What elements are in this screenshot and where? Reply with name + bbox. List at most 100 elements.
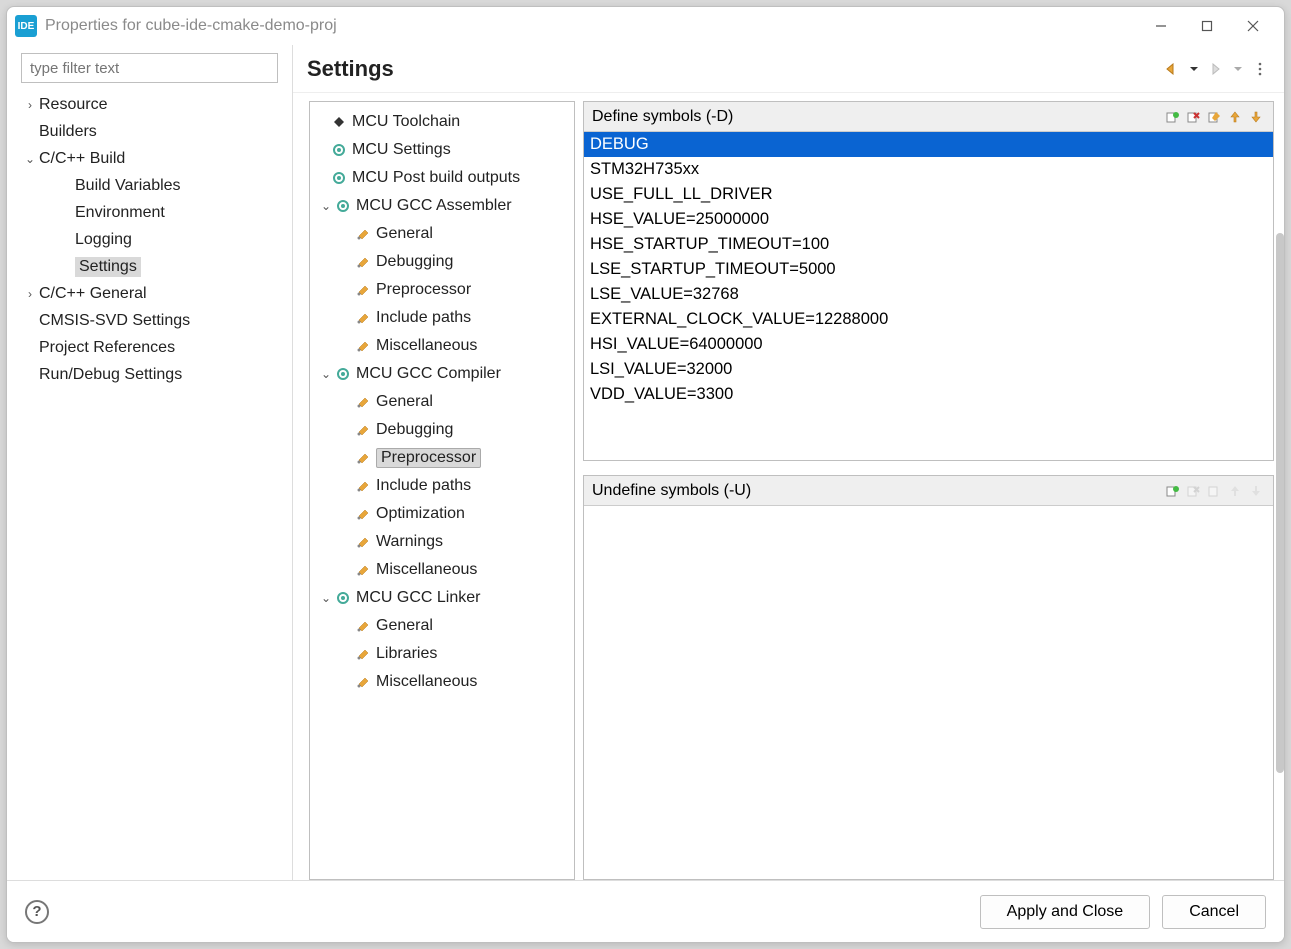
forward-menu-button[interactable] xyxy=(1228,59,1248,79)
tool-tree-label: Include paths xyxy=(376,477,471,495)
symbol-item[interactable]: STM32H735xx xyxy=(584,157,1273,182)
help-button[interactable]: ? xyxy=(25,900,49,924)
nav-item-label: Builders xyxy=(39,123,97,141)
tool-icon xyxy=(354,506,372,522)
tool-tree-item[interactable]: Include paths xyxy=(310,304,574,332)
nav-item[interactable]: ›Resource xyxy=(7,91,292,118)
tool-tree-item[interactable]: Preprocessor xyxy=(310,276,574,304)
symbol-item[interactable]: EXTERNAL_CLOCK_VALUE=12288000 xyxy=(584,307,1273,332)
move-down-undef-button xyxy=(1247,482,1265,500)
title-bar: IDE Properties for cube-ide-cmake-demo-p… xyxy=(7,7,1284,45)
tool-tree-label: MCU GCC Assembler xyxy=(356,197,512,215)
define-symbols-header: Define symbols (-D) xyxy=(584,102,1273,132)
filter-input[interactable] xyxy=(21,53,278,83)
tool-tree-item[interactable]: MCU Settings xyxy=(310,136,574,164)
close-button[interactable] xyxy=(1230,11,1276,41)
move-up-button[interactable] xyxy=(1226,108,1244,126)
nav-item-label: Resource xyxy=(39,96,107,114)
apply-and-close-button[interactable]: Apply and Close xyxy=(980,895,1151,929)
tool-tree-item[interactable]: MCU Toolchain xyxy=(310,108,574,136)
tool-icon xyxy=(354,394,372,410)
undefine-symbols-title: Undefine symbols (-U) xyxy=(592,482,751,500)
nav-item[interactable]: ·Builders xyxy=(7,118,292,145)
nav-item[interactable]: ·CMSIS-SVD Settings xyxy=(7,307,292,334)
tool-tree-item[interactable]: Optimization xyxy=(310,500,574,528)
settings-pane: Settings MCU ToolchainM xyxy=(293,45,1284,880)
symbol-item[interactable]: LSI_VALUE=32000 xyxy=(584,357,1273,382)
forward-button[interactable] xyxy=(1206,59,1226,79)
app-icon: IDE xyxy=(15,15,37,37)
tool-tree-item[interactable]: Warnings xyxy=(310,528,574,556)
tool-tree-label: Debugging xyxy=(376,421,453,439)
symbol-item[interactable]: DEBUG xyxy=(584,132,1273,157)
tool-tree-label: MCU Toolchain xyxy=(352,113,460,131)
tool-tree-item[interactable]: Include paths xyxy=(310,472,574,500)
tool-tree-item[interactable]: Debugging xyxy=(310,416,574,444)
symbol-item[interactable]: LSE_STARTUP_TIMEOUT=5000 xyxy=(584,257,1273,282)
delete-symbol-button[interactable] xyxy=(1184,108,1202,126)
nav-item[interactable]: ·Run/Debug Settings xyxy=(7,361,292,388)
tool-tree-item[interactable]: ⌄MCU GCC Linker xyxy=(310,584,574,612)
tool-tree-label: Preprocessor xyxy=(376,281,471,299)
view-menu-button[interactable] xyxy=(1250,59,1270,79)
back-menu-button[interactable] xyxy=(1184,59,1204,79)
symbol-item[interactable]: USE_FULL_LL_DRIVER xyxy=(584,182,1273,207)
nav-tree: ›Resource·Builders⌄C/C++ Build·Build Var… xyxy=(7,89,292,390)
nav-item[interactable]: ·Settings xyxy=(7,253,292,280)
tool-icon xyxy=(354,282,372,298)
tool-tree-item[interactable]: Libraries xyxy=(310,640,574,668)
minimize-button[interactable] xyxy=(1138,11,1184,41)
gear-icon xyxy=(334,366,352,382)
nav-item-label: Project References xyxy=(39,339,175,357)
nav-item[interactable]: ·Build Variables xyxy=(7,172,292,199)
add-symbol-button[interactable] xyxy=(1163,108,1181,126)
tool-tree-label: Miscellaneous xyxy=(376,337,477,355)
tool-icon xyxy=(354,674,372,690)
symbol-item[interactable]: HSE_VALUE=25000000 xyxy=(584,207,1273,232)
tool-tree-item[interactable]: Miscellaneous xyxy=(310,556,574,584)
settings-header: Settings xyxy=(293,45,1284,93)
properties-dialog: IDE Properties for cube-ide-cmake-demo-p… xyxy=(6,6,1285,943)
nav-item-label: Environment xyxy=(75,204,165,222)
tool-tree-item[interactable]: General xyxy=(310,388,574,416)
tool-tree-item[interactable]: Preprocessor xyxy=(310,444,574,472)
tool-tree-item[interactable]: MCU Post build outputs xyxy=(310,164,574,192)
tool-tree-item[interactable]: Debugging xyxy=(310,248,574,276)
define-symbols-list[interactable]: DEBUGSTM32H735xxUSE_FULL_LL_DRIVERHSE_VA… xyxy=(584,132,1273,460)
tool-tree-label: MCU Post build outputs xyxy=(352,169,520,187)
cancel-button[interactable]: Cancel xyxy=(1162,895,1266,929)
nav-item[interactable]: ·Project References xyxy=(7,334,292,361)
tool-tree-item[interactable]: ⌄MCU GCC Compiler xyxy=(310,360,574,388)
define-symbols-title: Define symbols (-D) xyxy=(592,108,733,126)
tool-tree-label: Optimization xyxy=(376,505,465,523)
page-title: Settings xyxy=(307,56,394,82)
nav-item-label: Settings xyxy=(75,257,141,277)
scrollbar-thumb[interactable] xyxy=(1276,233,1284,773)
symbol-item[interactable]: HSI_VALUE=64000000 xyxy=(584,332,1273,357)
edit-symbol-button[interactable] xyxy=(1205,108,1223,126)
symbol-item[interactable]: HSE_STARTUP_TIMEOUT=100 xyxy=(584,232,1273,257)
gear-icon xyxy=(334,198,352,214)
symbol-item[interactable]: LSE_VALUE=32768 xyxy=(584,282,1273,307)
back-button[interactable] xyxy=(1162,59,1182,79)
nav-item[interactable]: ·Logging xyxy=(7,226,292,253)
nav-item[interactable]: ⌄C/C++ Build xyxy=(7,145,292,172)
add-undef-button[interactable] xyxy=(1163,482,1181,500)
chevron-right-icon: › xyxy=(21,287,39,301)
symbol-item[interactable]: VDD_VALUE=3300 xyxy=(584,382,1273,407)
move-down-button[interactable] xyxy=(1247,108,1265,126)
tool-tree-item[interactable]: ⌄MCU GCC Assembler xyxy=(310,192,574,220)
nav-item[interactable]: ›C/C++ General xyxy=(7,280,292,307)
tool-tree-item[interactable]: Miscellaneous xyxy=(310,668,574,696)
dialog-footer: ? Apply and Close Cancel xyxy=(7,880,1284,942)
tool-tree-item[interactable]: Miscellaneous xyxy=(310,332,574,360)
undefine-symbols-list[interactable] xyxy=(584,506,1273,879)
content-area: MCU Toolchain MCU Settings MCU Post build … xyxy=(293,93,1284,880)
undefine-symbols-panel: Undefine symbols (-U) xyxy=(583,475,1274,880)
nav-item[interactable]: ·Environment xyxy=(7,199,292,226)
maximize-button[interactable] xyxy=(1184,11,1230,41)
tool-tree-item[interactable]: General xyxy=(310,612,574,640)
undefine-symbols-header: Undefine symbols (-U) xyxy=(584,476,1273,506)
tool-tree-item[interactable]: General xyxy=(310,220,574,248)
tool-tree-label: Include paths xyxy=(376,309,471,327)
